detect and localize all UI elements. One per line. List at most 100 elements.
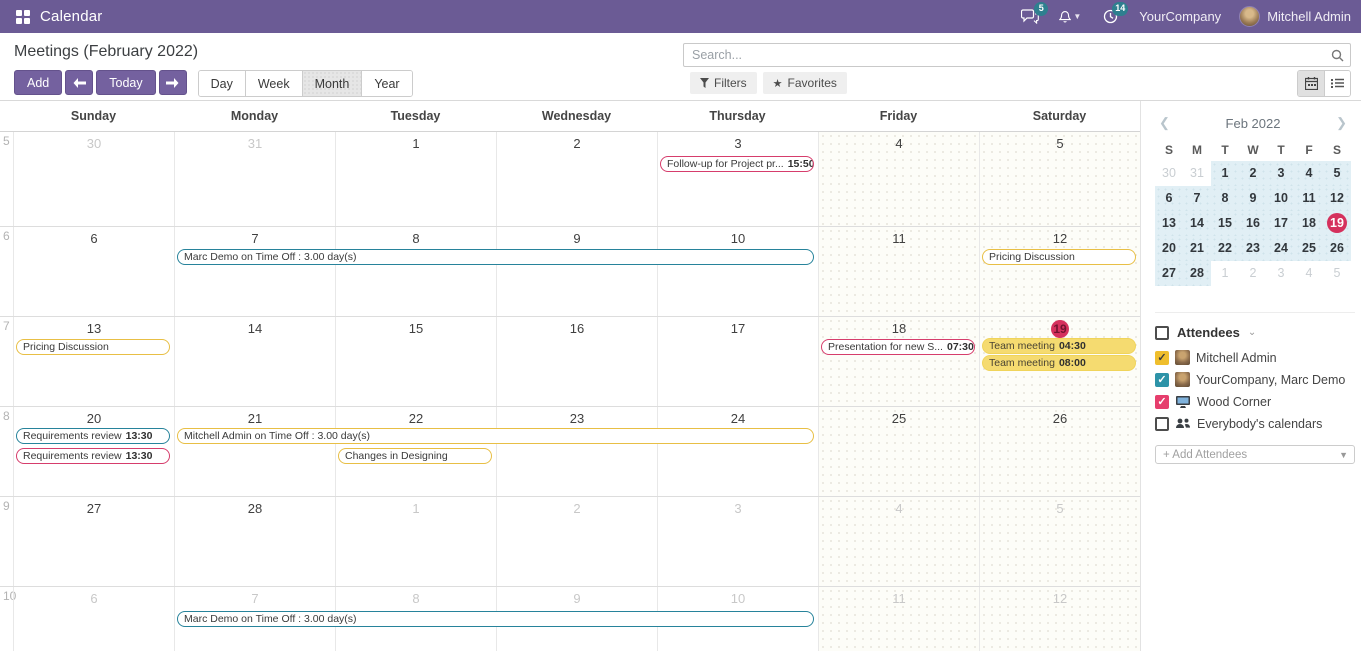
mini-prev-icon[interactable]: ❮ (1155, 115, 1174, 131)
mini-day-28[interactable]: 28 (1183, 261, 1211, 286)
mini-day-11[interactable]: 11 (1295, 186, 1323, 211)
day-cell-30[interactable]: 30 (13, 132, 174, 226)
mini-day-7[interactable]: 7 (1183, 186, 1211, 211)
day-cell-14[interactable]: 14 (174, 317, 335, 406)
calendar-event[interactable]: Pricing Discussion (982, 249, 1136, 265)
mini-day-10[interactable]: 10 (1267, 186, 1295, 211)
mini-day-19[interactable]: 19 (1323, 211, 1351, 236)
mini-day-18[interactable]: 18 (1295, 211, 1323, 236)
day-number[interactable]: 9 (569, 591, 586, 606)
mini-day-9[interactable]: 9 (1239, 186, 1267, 211)
next-button[interactable] (159, 70, 187, 95)
mini-day-13[interactable]: 13 (1155, 211, 1183, 236)
attendee-checkbox[interactable]: ✓ (1155, 351, 1169, 365)
mini-day-14[interactable]: 14 (1183, 211, 1211, 236)
day-number[interactable]: 16 (569, 321, 586, 336)
day-number[interactable]: 13 (86, 321, 103, 336)
company-menu[interactable]: YourCompany (1139, 9, 1221, 24)
mini-day-23[interactable]: 23 (1239, 236, 1267, 261)
day-number[interactable]: 31 (247, 136, 264, 151)
day-number[interactable]: 4 (891, 136, 908, 151)
day-cell-23[interactable]: 23 (496, 407, 657, 496)
day-number[interactable]: 22 (408, 411, 425, 426)
day-cell-12[interactable]: 12 (979, 227, 1140, 316)
calendar-view-button[interactable] (1298, 71, 1324, 96)
day-number[interactable]: 5 (1052, 501, 1069, 516)
activities-icon[interactable]: 14 (1099, 7, 1121, 27)
day-number[interactable]: 2 (569, 501, 586, 516)
day-number[interactable]: 14 (247, 321, 264, 336)
mini-day-24[interactable]: 24 (1267, 236, 1295, 261)
day-number[interactable]: 10 (730, 591, 747, 606)
day-number[interactable]: 26 (1052, 411, 1069, 426)
attendee-checkbox[interactable] (1155, 417, 1169, 431)
mini-day-12[interactable]: 12 (1323, 186, 1351, 211)
day-number[interactable]: 17 (730, 321, 747, 336)
mini-day-21[interactable]: 21 (1183, 236, 1211, 261)
day-number[interactable]: 4 (891, 501, 908, 516)
mini-day-5[interactable]: 5 (1323, 161, 1351, 186)
calendar-event[interactable]: Marc Demo on Time Off : 3.00 day(s) (177, 611, 814, 627)
mini-next-icon[interactable]: ❯ (1332, 115, 1351, 131)
mini-day-31[interactable]: 31 (1183, 161, 1211, 186)
add-button[interactable]: Add (14, 70, 62, 95)
day-cell-1[interactable]: 1 (335, 497, 496, 586)
calendar-event[interactable]: Presentation for new S...07:30 (821, 339, 975, 355)
day-cell-1[interactable]: 1 (335, 132, 496, 226)
calendar-event[interactable]: Team meeting04:30 (982, 338, 1136, 354)
day-number[interactable]: 11 (891, 231, 908, 246)
view-button-month[interactable]: Month (302, 71, 362, 96)
day-cell-7[interactable]: 7 (174, 227, 335, 316)
day-cell-16[interactable]: 16 (496, 317, 657, 406)
mini-day-4[interactable]: 4 (1295, 261, 1323, 286)
day-cell-11[interactable]: 11 (818, 227, 979, 316)
mini-day-22[interactable]: 22 (1211, 236, 1239, 261)
day-number[interactable]: 20 (86, 411, 103, 426)
day-cell-21[interactable]: 21 (174, 407, 335, 496)
day-number[interactable]: 11 (891, 591, 908, 606)
mini-day-5[interactable]: 5 (1323, 261, 1351, 286)
mini-day-26[interactable]: 26 (1323, 236, 1351, 261)
day-number[interactable]: 6 (86, 231, 103, 246)
day-cell-13[interactable]: 13 (13, 317, 174, 406)
day-cell-2[interactable]: 2 (496, 497, 657, 586)
attendees-header[interactable]: Attendees ⌄ (1155, 325, 1355, 340)
mini-day-2[interactable]: 2 (1239, 261, 1267, 286)
day-cell-3[interactable]: 3 (657, 497, 818, 586)
day-cell-3[interactable]: 3 (657, 132, 818, 226)
add-attendees-select[interactable]: + Add Attendees ▼ (1155, 445, 1355, 464)
mini-day-27[interactable]: 27 (1155, 261, 1183, 286)
calendar-event[interactable]: Team meeting08:00 (982, 355, 1136, 371)
day-cell-17[interactable]: 17 (657, 317, 818, 406)
day-number[interactable]: 2 (569, 136, 586, 151)
day-cell-2[interactable]: 2 (496, 132, 657, 226)
filters-button[interactable]: Filters (690, 72, 757, 94)
mini-day-1[interactable]: 1 (1211, 161, 1239, 186)
mini-day-30[interactable]: 30 (1155, 161, 1183, 186)
day-number[interactable]: 7 (247, 591, 264, 606)
day-number[interactable]: 10 (730, 231, 747, 246)
mini-day-16[interactable]: 16 (1239, 211, 1267, 236)
day-cell-18[interactable]: 18 (818, 317, 979, 406)
day-number[interactable]: 25 (891, 411, 908, 426)
calendar-event[interactable]: Mitchell Admin on Time Off : 3.00 day(s) (177, 428, 814, 444)
day-cell-5[interactable]: 5 (979, 497, 1140, 586)
day-cell-8[interactable]: 8 (335, 227, 496, 316)
messages-icon[interactable]: 5 (1019, 7, 1041, 27)
view-button-year[interactable]: Year (361, 71, 411, 96)
today-button[interactable]: Today (96, 70, 155, 95)
day-cell-25[interactable]: 25 (818, 407, 979, 496)
attendee-checkbox[interactable]: ✓ (1155, 373, 1169, 387)
day-cell-26[interactable]: 26 (979, 407, 1140, 496)
day-number[interactable]: 6 (86, 591, 103, 606)
view-button-day[interactable]: Day (199, 71, 245, 96)
day-number[interactable]: 8 (408, 231, 425, 246)
day-cell-28[interactable]: 28 (174, 497, 335, 586)
day-cell-6[interactable]: 6 (13, 227, 174, 316)
app-title[interactable]: Calendar (40, 8, 102, 25)
mini-day-3[interactable]: 3 (1267, 261, 1295, 286)
mini-day-3[interactable]: 3 (1267, 161, 1295, 186)
day-number[interactable]: 8 (408, 591, 425, 606)
day-number[interactable]: 1 (408, 136, 425, 151)
calendar-event[interactable]: Follow-up for Project pr...15:50 (660, 156, 814, 172)
